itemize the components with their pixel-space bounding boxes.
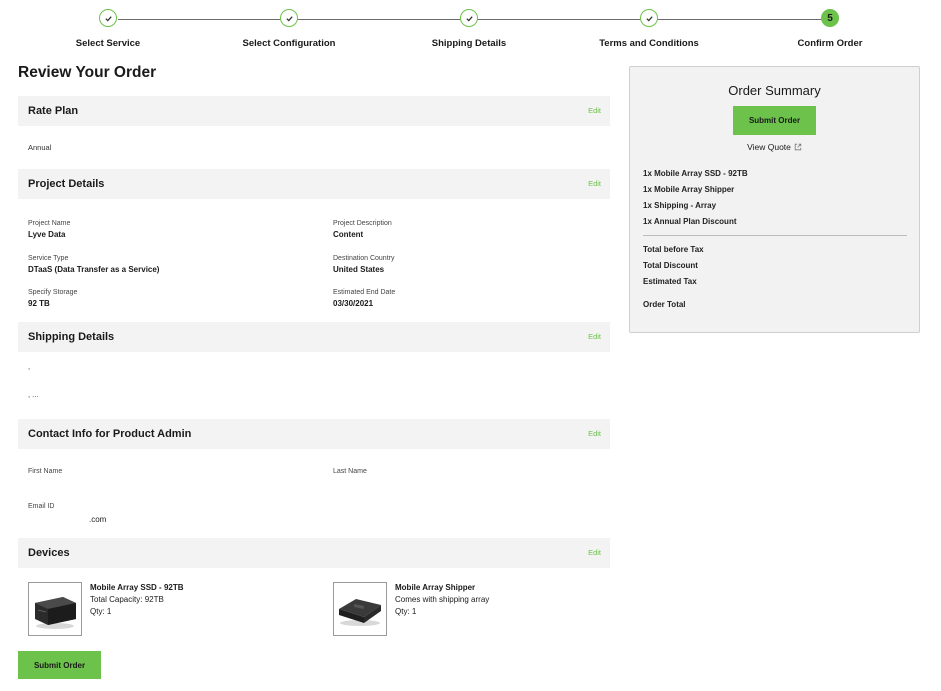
step-select-configuration[interactable]: Select Configuration	[209, 8, 369, 49]
first-name-label: First Name	[28, 468, 63, 475]
edit-devices-link[interactable]: Edit	[588, 548, 601, 557]
shipping-address-line: , ...	[28, 390, 39, 399]
step-shipping-details[interactable]: Shipping Details	[389, 8, 549, 49]
field-label: Service Type	[28, 255, 69, 262]
field-value: 92 TB	[28, 299, 50, 308]
field-label: Project Description	[333, 220, 392, 227]
submit-order-button[interactable]: Submit Order	[18, 651, 101, 679]
summary-line-item: 1x Annual Plan Discount	[643, 217, 737, 226]
rate-plan-value: Annual	[28, 143, 52, 152]
device-detail: Comes with shipping array	[395, 595, 490, 604]
contact-info-body: First Name Last Name Email ID .com	[18, 449, 610, 538]
view-quote-link[interactable]: View Quote	[630, 142, 919, 152]
section-title: Shipping Details	[28, 331, 115, 343]
device-info: Mobile Array SSD - 92TB Total Capacity: …	[90, 582, 184, 618]
summary-line-item: 1x Mobile Array SSD - 92TB	[643, 169, 748, 178]
order-review-main: Rate Plan Edit Annual Project Details Ed…	[18, 96, 610, 648]
field-label: Estimated End Date	[333, 289, 396, 296]
email-label: Email ID	[28, 503, 55, 510]
device-name: Mobile Array Shipper	[395, 583, 476, 592]
section-title: Contact Info for Product Admin	[28, 428, 192, 440]
step-select-service[interactable]: Select Service	[28, 8, 188, 49]
check-icon	[465, 15, 473, 21]
summary-line-item: 1x Mobile Array Shipper	[643, 185, 735, 194]
edit-rate-plan-link[interactable]: Edit	[588, 106, 601, 115]
section-title: Project Details	[28, 178, 105, 190]
destination-country-field: Destination Country United States	[333, 254, 394, 275]
step-terms-and-conditions[interactable]: Terms and Conditions	[569, 8, 729, 49]
last-name-label: Last Name	[333, 468, 367, 475]
estimated-end-date-field: Estimated End Date 03/30/2021	[333, 288, 395, 309]
field-value: Content	[333, 230, 364, 239]
total-discount-label: Total Discount	[643, 261, 698, 270]
external-link-icon	[794, 143, 802, 151]
device-detail: Total Capacity: 92TB	[90, 595, 164, 604]
field-value: 03/30/2021	[333, 299, 374, 308]
estimated-tax-label: Estimated Tax	[643, 277, 697, 286]
field-label: Specify Storage	[28, 289, 78, 296]
specify-storage-field: Specify Storage 92 TB	[28, 288, 77, 309]
field-label: Destination Country	[333, 255, 395, 262]
service-type-field: Service Type DTaaS (Data Transfer as a S…	[28, 254, 159, 275]
check-icon	[104, 15, 112, 21]
step-5-indicator: 5	[821, 9, 839, 27]
email-value: .com	[89, 515, 107, 524]
summary-line-item: 1x Shipping - Array	[643, 201, 717, 210]
step-label: Confirm Order	[797, 38, 863, 49]
field-label: Project Name	[28, 220, 71, 227]
device-qty: Qty: 1	[395, 607, 417, 616]
summary-divider	[643, 235, 907, 236]
step-2-indicator	[280, 9, 298, 27]
shipping-details-body: , , ...	[18, 352, 610, 419]
section-title: Devices	[28, 547, 70, 559]
order-summary-panel: Order Summary Submit Order View Quote 1x…	[629, 66, 920, 333]
field-value: Lyve Data	[28, 230, 66, 239]
edit-project-details-link[interactable]: Edit	[588, 179, 601, 188]
total-before-tax-label: Total before Tax	[643, 245, 704, 254]
page-title: Review Your Order	[18, 64, 157, 81]
edit-contact-info-link[interactable]: Edit	[588, 429, 601, 438]
check-icon	[285, 15, 293, 21]
contact-info-header: Contact Info for Product Admin Edit	[18, 419, 610, 449]
section-title: Rate Plan	[28, 105, 79, 117]
rate-plan-body: Annual	[18, 126, 610, 169]
progress-stepper: Select Service Select Configuration Ship…	[0, 8, 941, 54]
step-3-indicator	[460, 9, 478, 27]
rate-plan-header: Rate Plan Edit	[18, 96, 610, 126]
device-qty: Qty: 1	[90, 607, 112, 616]
project-name-field: Project Name Lyve Data	[28, 219, 70, 240]
project-details-body: Project Name Lyve Data Project Descripti…	[18, 199, 610, 322]
step-confirm-order: 5 Confirm Order	[750, 8, 910, 49]
step-label: Select Configuration	[242, 38, 336, 49]
summary-submit-order-button[interactable]: Submit Order	[733, 106, 816, 135]
edit-shipping-details-link[interactable]: Edit	[588, 332, 601, 341]
field-value: United States	[333, 265, 385, 274]
order-total-label: Order Total	[643, 300, 686, 309]
devices-body: Mobile Array SSD - 92TB Total Capacity: …	[18, 568, 610, 648]
check-icon	[645, 15, 653, 21]
shipping-address-line: ,	[28, 362, 31, 371]
devices-header: Devices Edit	[18, 538, 610, 568]
device-name: Mobile Array SSD - 92TB	[90, 583, 184, 592]
shipper-device-icon	[339, 599, 381, 626]
project-details-header: Project Details Edit	[18, 169, 610, 199]
ssd-device-icon	[35, 597, 76, 629]
step-1-indicator	[99, 9, 117, 27]
step-label: Shipping Details	[431, 38, 507, 49]
device-image-mobile-array-ssd	[28, 582, 82, 636]
shipping-details-header: Shipping Details Edit	[18, 322, 610, 352]
step-label: Select Service	[75, 38, 141, 49]
project-description-field: Project Description Content	[333, 219, 392, 240]
field-value: DTaaS (Data Transfer as a Service)	[28, 265, 160, 274]
device-image-mobile-array-shipper	[333, 582, 387, 636]
device-info: Mobile Array Shipper Comes with shipping…	[395, 582, 489, 618]
step-4-indicator	[640, 9, 658, 27]
order-summary-title: Order Summary	[728, 83, 821, 98]
view-quote-label: View Quote	[747, 142, 791, 152]
step-label: Terms and Conditions	[599, 38, 699, 49]
